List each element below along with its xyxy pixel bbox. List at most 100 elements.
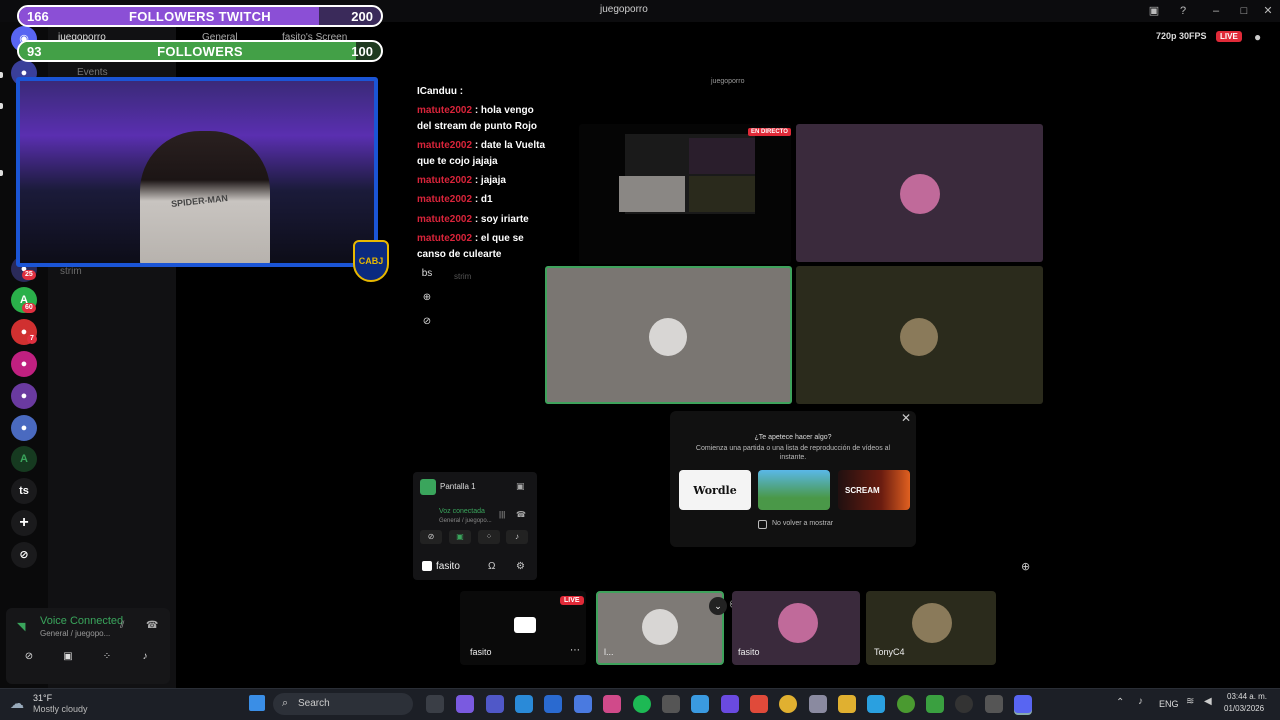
soundboard-icon[interactable]: ♪ — [506, 530, 528, 544]
explore-icon[interactable]: ⊘ — [419, 314, 435, 330]
app-icon[interactable] — [750, 695, 768, 713]
disconnect-icon[interactable]: ☎ — [516, 510, 526, 519]
stream-tile-screen[interactable] — [579, 124, 791, 264]
weather-desc[interactable]: Mostly cloudy — [33, 704, 88, 714]
screen-share-icon[interactable]: ▣ — [449, 530, 471, 544]
inner-window-title: juegoporro — [711, 78, 745, 85]
folder-icon[interactable] — [838, 695, 856, 713]
screen-label: Pantalla 1 — [440, 482, 476, 491]
edge-icon[interactable] — [515, 695, 533, 713]
camera-off-icon[interactable]: ⊘ — [14, 648, 44, 666]
screen-settings-icon[interactable]: ▣ — [516, 481, 525, 492]
mic-icon[interactable]: ♪ — [1138, 696, 1143, 707]
start-icon[interactable] — [249, 695, 265, 711]
app-icon[interactable] — [574, 695, 592, 713]
app-icon[interactable] — [691, 695, 709, 713]
app-icon[interactable] — [456, 695, 474, 713]
close-button[interactable]: ✕ — [1260, 3, 1276, 19]
avatar[interactable]: ● — [1254, 30, 1261, 44]
window-title: juegoporro — [600, 4, 648, 15]
stream-tile-user[interactable] — [796, 124, 1043, 262]
task-view-icon[interactable] — [426, 695, 444, 713]
screen-icon — [422, 561, 432, 571]
chat-username: matute2002 — [417, 214, 473, 225]
help-icon[interactable]: ? — [1175, 3, 1191, 19]
teams-icon[interactable] — [486, 695, 504, 713]
weather-icon[interactable]: ☁ — [10, 695, 24, 712]
server-icon-ts[interactable]: ts — [11, 478, 37, 504]
clock-time[interactable]: 03:44 a. m. — [1227, 692, 1267, 701]
gear-icon[interactable]: ⚙ — [516, 561, 525, 572]
add-server-icon[interactable]: + — [11, 510, 37, 536]
stream-tile-camera[interactable] — [545, 266, 792, 404]
explore-icon[interactable]: ⊘ — [11, 542, 37, 568]
server-letters[interactable]: bs — [419, 266, 435, 282]
app-icon[interactable] — [721, 695, 739, 713]
soundboard-icon[interactable]: ♪ — [130, 648, 160, 666]
chat-text: : d1 — [474, 194, 493, 205]
app-icon[interactable] — [603, 695, 621, 713]
noise-icon[interactable]: ||| — [499, 510, 505, 519]
voice-channel-path[interactable]: General / juegopo... — [40, 629, 110, 638]
activity-subtitle: Comienza una partida o una lista de repr… — [695, 445, 891, 461]
app-icon[interactable] — [867, 695, 885, 713]
spotify-icon[interactable] — [633, 695, 651, 713]
noise-suppression-icon[interactable]: ⫽ — [120, 620, 124, 631]
clock-date[interactable]: 01/03/2026 — [1224, 704, 1264, 713]
participant-name: fasito — [738, 647, 760, 657]
badge-count: 7 — [27, 334, 37, 344]
chat-message: matute2002 : jajaja — [417, 173, 547, 189]
maximize-button[interactable]: □ — [1236, 3, 1252, 19]
disconnect-icon[interactable]: ☎ — [146, 620, 158, 631]
chevron-up-icon[interactable]: ⌃ — [1116, 697, 1124, 708]
settings-icon[interactable] — [985, 695, 1003, 713]
participant-tile-selected[interactable]: l... — [596, 591, 724, 665]
participant-tile[interactable]: TonyC4 — [866, 591, 996, 665]
chat-message: matute2002 : soy iriarte — [417, 212, 547, 228]
server-icon[interactable]: A — [11, 446, 37, 472]
participant-name: fasito — [470, 647, 492, 657]
close-icon[interactable]: ✕ — [901, 411, 911, 425]
activities-icon[interactable]: ⁘ — [478, 530, 500, 544]
weather-temp[interactable]: 31°F — [33, 693, 52, 703]
server-icon[interactable]: ● — [11, 351, 37, 377]
live-badge: LIVE — [1216, 31, 1242, 42]
game-card[interactable] — [758, 470, 830, 510]
voice-connected-title[interactable]: Voice Connected — [40, 615, 123, 627]
discord-icon[interactable] — [1014, 695, 1032, 713]
add-server-icon[interactable]: ⊕ — [419, 290, 435, 306]
chat-message: matute2002 : date la Vuelta que te cojo … — [417, 138, 547, 170]
voice-channel-strim[interactable]: strim — [60, 266, 82, 277]
camera-off-icon[interactable]: ⊘ — [420, 530, 442, 544]
zoom-icon[interactable]: ⊕ — [1021, 560, 1030, 573]
wifi-icon[interactable]: ≋ — [1186, 696, 1194, 707]
app-icon[interactable] — [897, 695, 915, 713]
headphones-icon[interactable]: Ω — [488, 561, 495, 572]
chrome-icon[interactable] — [779, 695, 797, 713]
chat-message: matute2002 : el que se canso de culearte — [417, 231, 547, 263]
crest-text: CABJ — [358, 256, 384, 266]
volume-icon[interactable]: ◀ — [1204, 696, 1212, 707]
minecraft-icon[interactable] — [926, 695, 944, 713]
server-icon[interactable]: ● — [11, 415, 37, 441]
voice-channel-strim: strim — [454, 272, 472, 281]
server-icon[interactable]: ● — [11, 383, 37, 409]
activities-icon[interactable]: ⁘ — [92, 648, 122, 666]
inbox-icon[interactable]: ▣ — [1146, 3, 1162, 19]
live-badge: LIVE — [560, 596, 584, 605]
dont-show-checkbox[interactable] — [758, 520, 767, 529]
app-icon[interactable] — [662, 695, 680, 713]
participant-tile[interactable]: fasito — [732, 591, 860, 665]
language-indicator[interactable]: ENG — [1159, 699, 1179, 709]
taskbar-search[interactable] — [273, 693, 413, 715]
avatar — [649, 318, 687, 356]
chat-username: matute2002 — [417, 140, 473, 151]
minimize-button[interactable]: – — [1208, 3, 1224, 19]
store-icon[interactable] — [544, 695, 562, 713]
screen-share-icon[interactable]: ▣ — [53, 648, 83, 666]
chevron-down-icon[interactable]: ⌄ — [709, 597, 727, 615]
app-icon[interactable] — [955, 695, 973, 713]
more-icon[interactable]: ⋯ — [570, 645, 580, 656]
stream-tile-user[interactable] — [796, 266, 1043, 404]
app-icon[interactable] — [809, 695, 827, 713]
